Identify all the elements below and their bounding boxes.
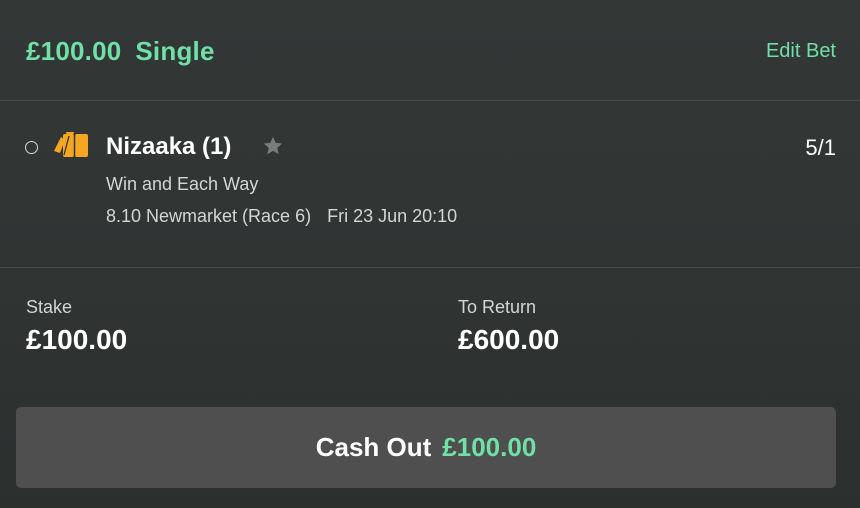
bet-header: £100.00 Single Edit Bet [0, 0, 860, 101]
bet-type: Single [135, 36, 215, 66]
return-value: £600.00 [458, 324, 560, 355]
edit-bet-link[interactable]: Edit Bet [766, 40, 836, 63]
stake-value: £100.00 [26, 324, 128, 355]
stake-summary: Stake £100.00 [26, 297, 127, 356]
selection-row: Nizaaka (1) 5/1 Win and Each Way 8.10 Ne… [0, 101, 860, 268]
star-icon[interactable] [262, 135, 284, 157]
race-name: 8.10 Newmarket (Race 6) [106, 206, 312, 226]
selection-odds: 5/1 [805, 135, 836, 160]
jockey-silks-icon [54, 132, 88, 157]
stake-label: Stake [26, 297, 73, 317]
runner-name: Nizaaka (1) [106, 133, 232, 160]
cash-out-button[interactable]: Cash Out £100.00 [16, 407, 836, 488]
return-summary: To Return £600.00 [458, 297, 559, 356]
bet-amount: £100.00 [26, 36, 122, 66]
bet-title: £100.00 Single [26, 36, 215, 67]
cash-out-amount: £100.00 [442, 432, 537, 462]
race-datetime: Fri 23 Jun 20:10 [327, 206, 458, 226]
event-details: 8.10 Newmarket (Race 6) Fri 23 Jun 20:10 [106, 206, 457, 227]
selection-status-indicator [25, 141, 38, 154]
market-name: Win and Each Way [106, 174, 259, 194]
cash-out-label: Cash Out [315, 432, 432, 462]
return-label: To Return [458, 297, 537, 317]
bet-card: £100.00 Single Edit Bet Nizaaka (1) 5/1 W… [0, 0, 860, 508]
